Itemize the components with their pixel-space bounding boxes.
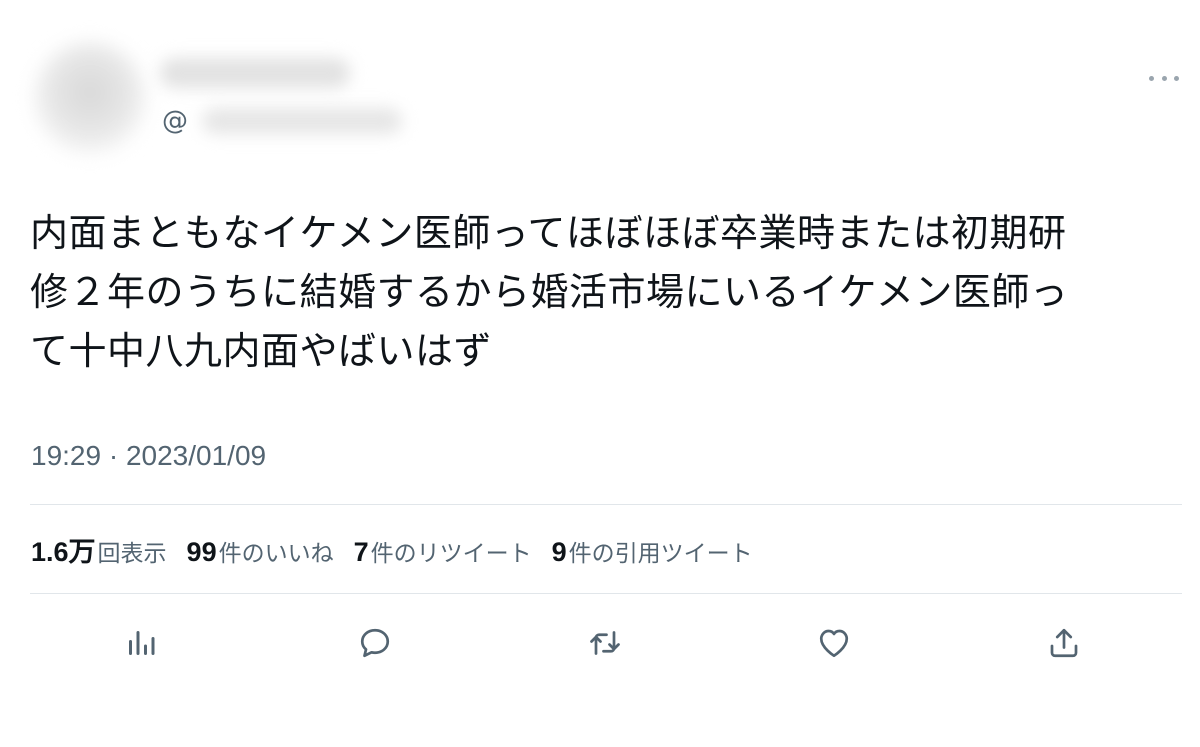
analytics-button[interactable] bbox=[118, 620, 164, 666]
tweet-timestamp[interactable]: 19:29 · 2023/01/09 bbox=[31, 440, 266, 472]
tweet-text: 内面まともなイケメン医師ってほぼほぼ卒業時または初期研 修２年のうちに結婚するか… bbox=[30, 204, 1180, 381]
handle-at-sign: @ bbox=[162, 106, 188, 136]
reply-button[interactable] bbox=[352, 620, 398, 666]
retweets-count: 7 bbox=[353, 537, 369, 567]
more-dot-icon bbox=[1149, 75, 1154, 81]
views-stat[interactable]: 1.6万 回表示 bbox=[31, 530, 167, 569]
views-label: 回表示 bbox=[97, 541, 167, 567]
likes-count: 99 bbox=[186, 537, 217, 567]
retweet-button[interactable] bbox=[582, 620, 628, 666]
like-icon bbox=[819, 629, 849, 658]
quotes-count: 9 bbox=[551, 537, 567, 567]
avatar[interactable] bbox=[34, 42, 146, 154]
tweet-text-line: 修２年のうちに結婚するから婚活市場にいるイケメン医師っ bbox=[30, 270, 1069, 314]
likes-stat[interactable]: 99 件のいいね bbox=[187, 534, 334, 568]
more-options-button[interactable] bbox=[1146, 66, 1182, 90]
tweet-text-line: て十中八九内面やばいはず bbox=[30, 329, 493, 373]
more-dot-icon bbox=[1161, 75, 1167, 81]
retweets-stat[interactable]: 7 件のリツイート bbox=[354, 534, 532, 568]
like-button[interactable] bbox=[811, 620, 857, 666]
retweets-label: 件のリツイート bbox=[370, 541, 532, 567]
divider bbox=[30, 593, 1182, 594]
display-name-redacted[interactable] bbox=[160, 58, 350, 88]
reply-icon bbox=[360, 628, 390, 658]
views-count: 1.6万 bbox=[31, 537, 96, 567]
engagement-stats: 1.6万 回表示 99 件のいいね 7 件のリツイート 9 件の引用ツイート bbox=[31, 530, 753, 569]
tweet-text-line: 内面まともなイケメン医師ってほぼほぼ卒業時または初期研 bbox=[30, 211, 1067, 255]
handle-redacted bbox=[202, 108, 402, 134]
retweet-icon bbox=[590, 631, 620, 655]
likes-label: 件のいいね bbox=[218, 541, 334, 567]
quotes-label: 件の引用ツイート bbox=[568, 541, 753, 567]
more-dot-icon bbox=[1174, 75, 1179, 81]
action-bar bbox=[0, 612, 1200, 672]
share-icon bbox=[1050, 628, 1078, 658]
handle[interactable]: @ bbox=[162, 104, 402, 138]
analytics-icon bbox=[129, 631, 155, 655]
divider bbox=[30, 504, 1182, 505]
share-button[interactable] bbox=[1041, 620, 1087, 666]
quotes-stat[interactable]: 9 件の引用ツイート bbox=[552, 534, 753, 568]
